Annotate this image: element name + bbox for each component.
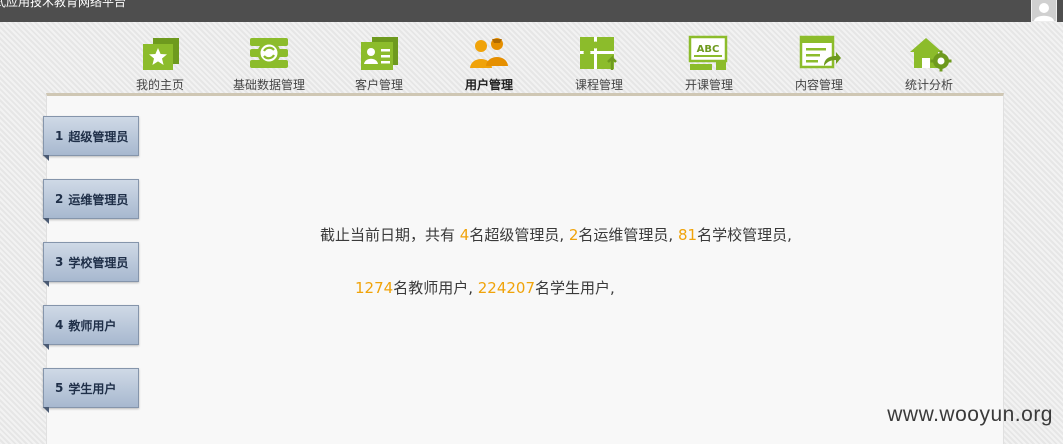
tab-number: 3 [55,255,64,269]
nav-item-content[interactable]: 内容管理 [764,34,874,92]
nav-label: 内容管理 [794,78,843,92]
sidebar-tab-super-admin[interactable]: 1 超级管理员 [43,116,139,161]
nav-label: 客户管理 [354,78,403,92]
sidebar-tab-ops-admin[interactable]: 2 运维管理员 [43,179,139,224]
student-count: 224207 [477,279,535,297]
student-text: 名学生用户, [535,279,615,297]
summary-prefix: 截止当前日期，共有 [320,226,460,244]
tab-number: 1 [55,129,64,143]
users-icon [466,34,512,72]
user-avatar-icon[interactable] [1031,0,1057,22]
tab-number: 4 [55,318,64,332]
tab-label: 运维管理员 [68,192,129,207]
nav-item-users[interactable]: 用户管理 [434,34,544,92]
school-admin-count: 81 [677,226,698,244]
tab-label: 学校管理员 [68,255,129,270]
tab-number: 2 [55,192,64,206]
nav-label: 统计分析 [904,78,953,92]
nav-item-home[interactable]: 我的主页 [105,34,215,92]
nav-label: 基础数据管理 [232,78,305,92]
home-star-icon [137,34,183,72]
top-bar: 式应用技术教育网络平台 [0,0,1063,22]
customer-card-icon [356,34,402,72]
super-admin-count: 4 [459,226,470,244]
nav-item-stats[interactable]: 统计分析 [874,34,984,92]
summary-line-2: 1274名教师用户, 224207名学生用户, [355,277,615,298]
watermark: www.wooyun.org [887,403,1053,426]
super-admin-text: 名超级管理员, [469,226,569,244]
nav-label: 用户管理 [464,78,513,92]
sidebar-tab-teacher[interactable]: 4 教师用户 [43,305,139,350]
nav-item-customer[interactable]: 客户管理 [324,34,434,92]
data-sync-icon [246,34,292,72]
tab-label: 教师用户 [68,318,117,333]
nav-label: 我的主页 [135,78,184,92]
tab-label: 学生用户 [68,381,117,396]
sidebar-tab-student[interactable]: 5 学生用户 [43,368,139,413]
nav-item-course[interactable]: 课程管理 [544,34,654,92]
nav-item-basic-data[interactable]: 基础数据管理 [214,34,324,92]
nav-label: 开课管理 [684,78,733,92]
svg-text:ABC: ABC [697,44,720,55]
school-admin-text: 名学校管理员, [697,226,792,244]
summary-line-1: 截止当前日期，共有 4名超级管理员, 2名运维管理员, 81名学校管理员, [320,224,792,245]
content-share-icon [796,34,842,72]
teacher-text: 名教师用户, [393,279,478,297]
teacher-count: 1274 [355,279,394,297]
nav-label: 课程管理 [574,78,623,92]
ops-admin-text: 名运维管理员, [578,226,678,244]
course-puzzle-icon [576,34,622,72]
ops-admin-count: 2 [568,226,579,244]
nav-item-open-course[interactable]: ABC 开课管理 [654,34,764,92]
tab-label: 超级管理员 [68,129,129,144]
app-title: 式应用技术教育网络平台 [0,0,127,9]
main-nav: 我的主页 基础数据管理 客户管理 用户管理 课程管理 ABC 开课管理 内容管理… [0,34,1063,94]
tab-number: 5 [55,381,64,395]
sidebar-tab-school-admin[interactable]: 3 学校管理员 [43,242,139,287]
abc-board-icon: ABC [686,34,732,72]
main-content-panel [46,93,1004,444]
stats-house-gear-icon [906,34,952,72]
